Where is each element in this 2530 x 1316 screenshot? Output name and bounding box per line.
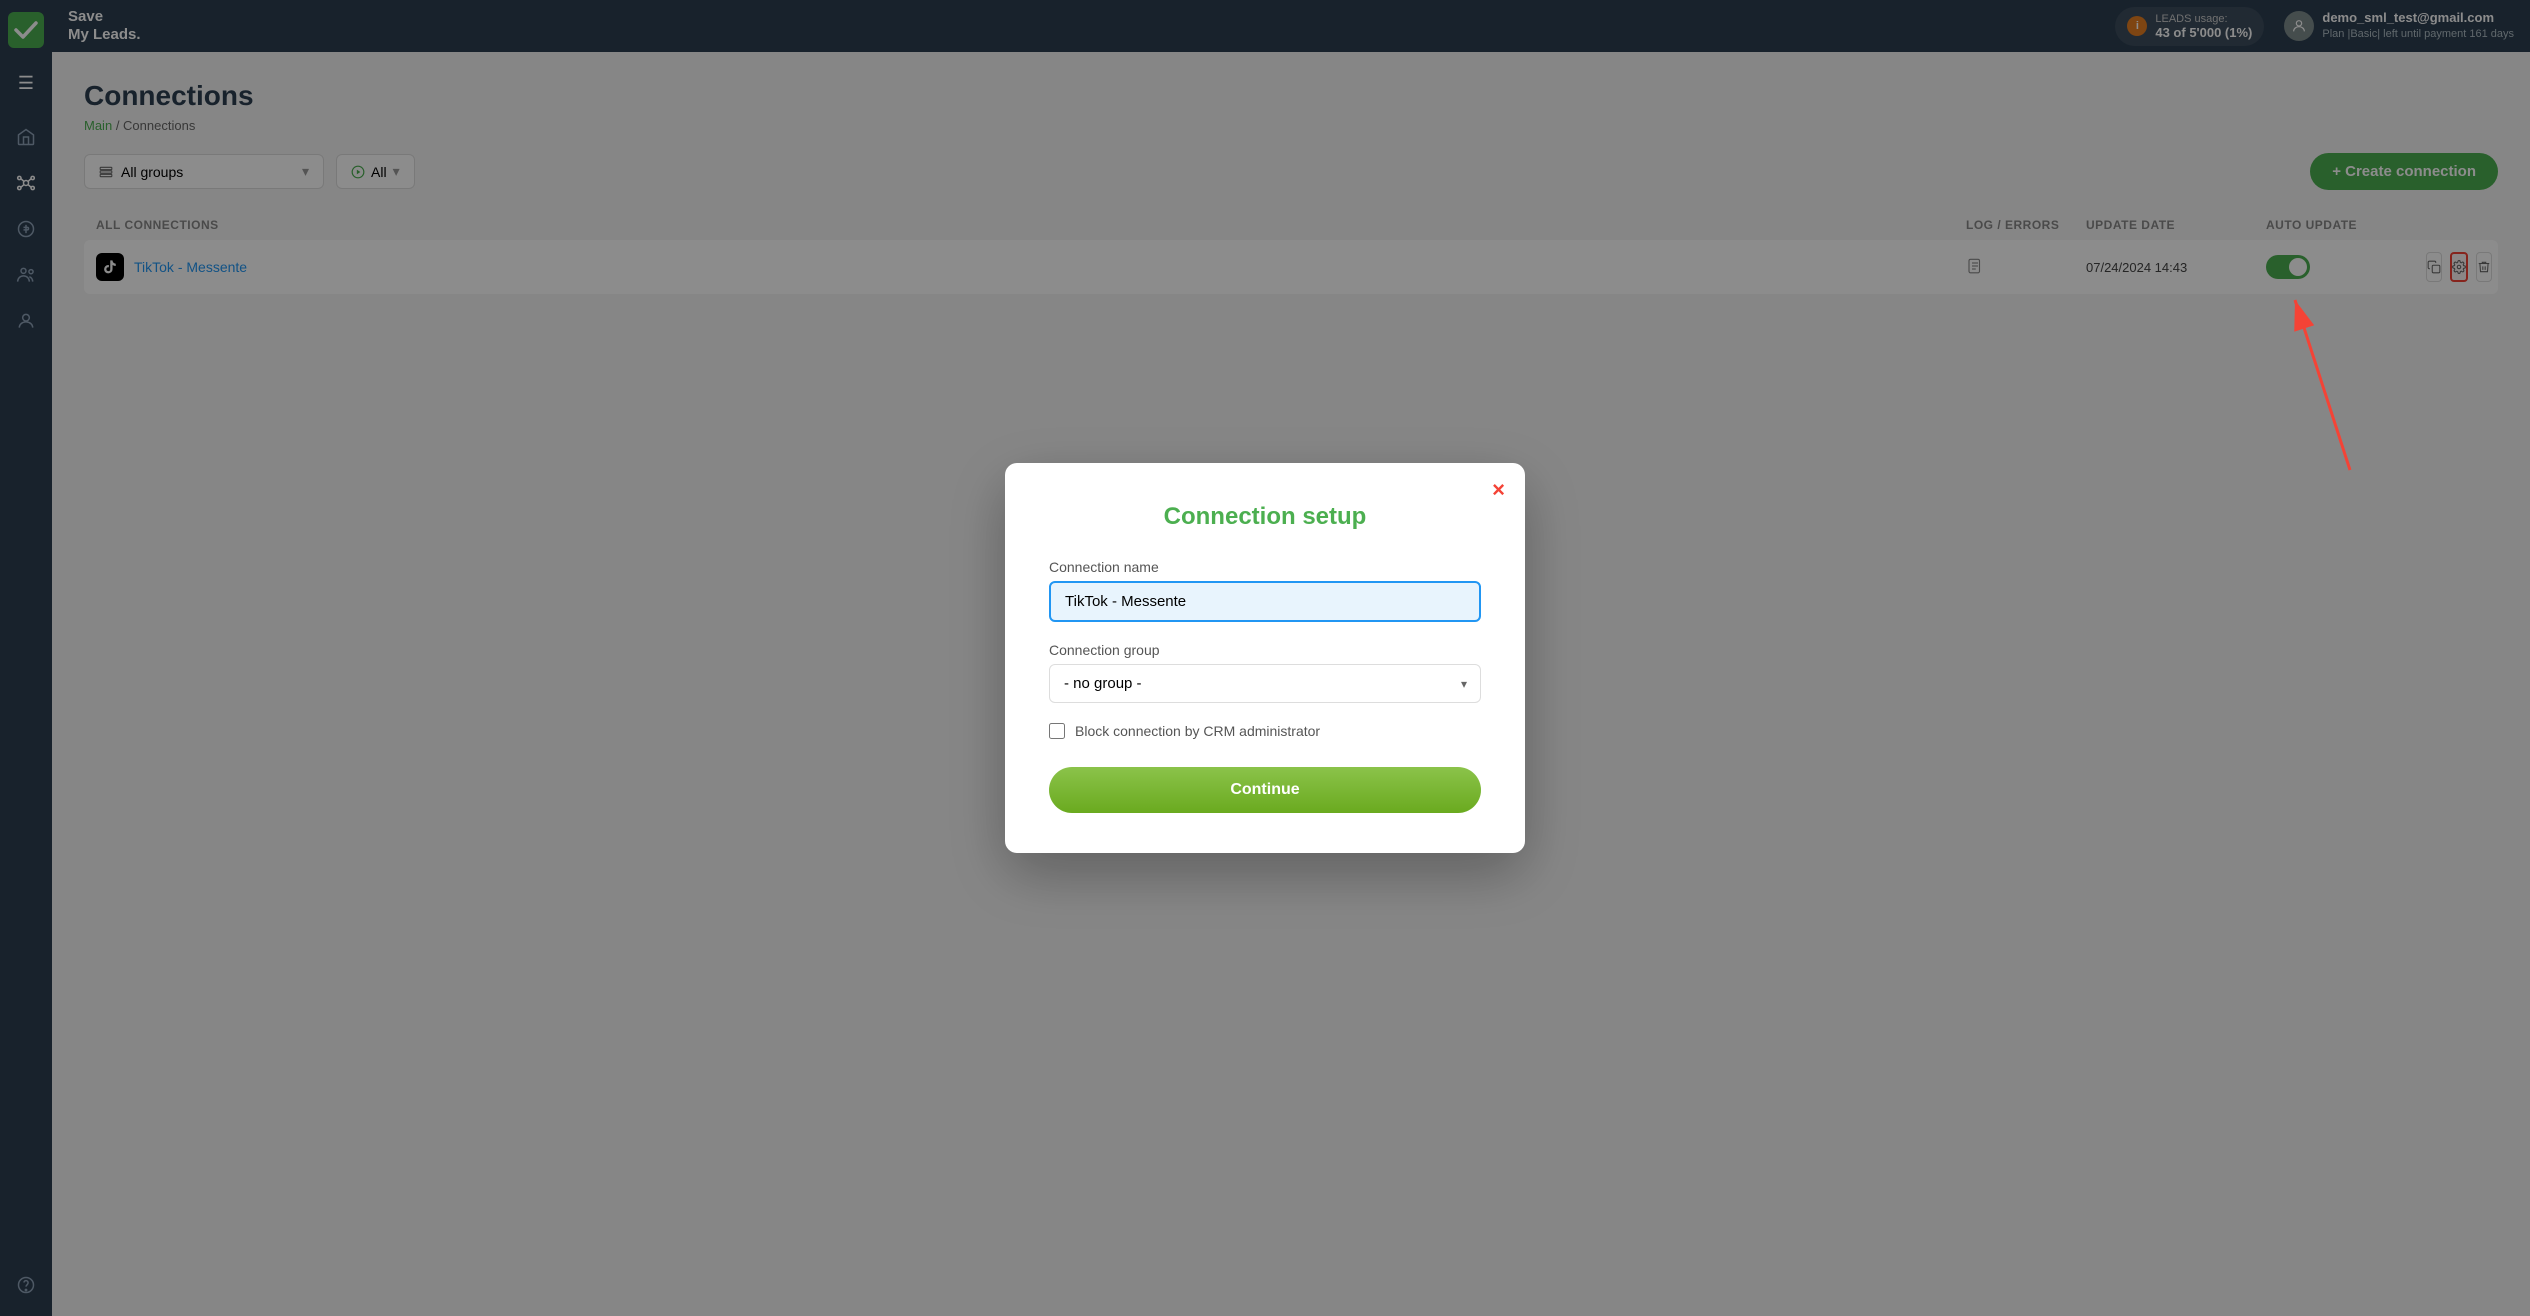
connection-name-label: Connection name bbox=[1049, 559, 1481, 575]
modal-overlay[interactable]: × Connection setup Connection name Conne… bbox=[0, 0, 2530, 1316]
block-connection-row: Block connection by CRM administrator bbox=[1049, 723, 1481, 739]
connection-group-label: Connection group bbox=[1049, 642, 1481, 658]
modal-title: Connection setup bbox=[1049, 503, 1481, 531]
block-connection-label: Block connection by CRM administrator bbox=[1075, 723, 1320, 739]
connection-name-group: Connection name bbox=[1049, 559, 1481, 622]
connection-name-input[interactable] bbox=[1049, 581, 1481, 622]
connection-group-select[interactable]: - no group - Group 1 Group 2 bbox=[1049, 664, 1481, 703]
modal: × Connection setup Connection name Conne… bbox=[1005, 463, 1525, 853]
modal-close-button[interactable]: × bbox=[1492, 479, 1505, 501]
continue-button[interactable]: Continue bbox=[1049, 767, 1481, 813]
connection-group-wrapper: - no group - Group 1 Group 2 ▾ bbox=[1049, 664, 1481, 703]
connection-group-group: Connection group - no group - Group 1 Gr… bbox=[1049, 642, 1481, 703]
block-connection-checkbox[interactable] bbox=[1049, 723, 1065, 739]
